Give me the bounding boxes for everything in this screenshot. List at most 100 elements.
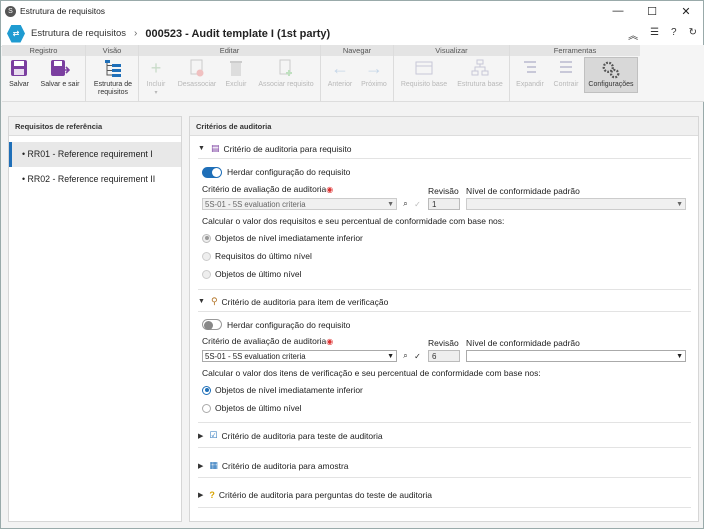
divider	[198, 311, 691, 312]
conformity-level-select[interactable]: ▼	[466, 198, 686, 210]
header-actions: ︽ ☰ ? ↻	[628, 27, 697, 42]
chevron-right-icon: ▶	[198, 432, 204, 440]
inherit-label: Herdar configuração do requisito	[227, 167, 351, 177]
page-title: 000523 - Audit template I (1st party)	[145, 27, 331, 40]
next-button[interactable]: → Próximo	[358, 58, 390, 89]
delete-button[interactable]: Excluir	[223, 58, 249, 89]
expand-label: Expandir	[516, 81, 544, 88]
radio-label: Objetos de nível imediatamente inferior	[215, 233, 363, 243]
chevron-down-icon: ▼	[387, 201, 394, 208]
radio-label: Requisitos do último nível	[215, 251, 312, 261]
group-editar: Editar + Incluir ▾ Desassociar Excluir A…	[139, 45, 321, 102]
question-icon: ?	[209, 490, 215, 500]
binoculars-icon[interactable]: ⌕	[400, 198, 411, 210]
breadcrumb[interactable]: Estrutura de requisitos	[31, 28, 126, 39]
expand-icon	[520, 58, 540, 78]
associate-icon	[276, 58, 296, 78]
window-controls: — ☐ ✕	[601, 1, 703, 21]
group-title: Registro	[2, 45, 85, 56]
section-checklist-criteria[interactable]: ▼ ⚲ Critério de auditoria para item de v…	[198, 296, 388, 307]
list-item[interactable]: • RR01 - Reference requirement I	[9, 142, 181, 167]
radio-dot	[202, 269, 211, 279]
list-icon[interactable]: ☰	[650, 27, 659, 42]
base-structure-button[interactable]: Estrutura base	[454, 58, 506, 89]
radio-label: Objetos de último nível	[215, 403, 302, 413]
section-sample-criteria[interactable]: ▶ ▦ Critério de auditoria para amostra	[198, 460, 349, 471]
group-visualizar: Visualizar Requisito base Estrutura base	[394, 45, 510, 102]
settings-button[interactable]: Configurações	[584, 57, 638, 93]
section-test-questions-criteria[interactable]: ▶ ? Critério de auditoria para perguntas…	[198, 490, 432, 500]
group-ferramentas: Ferramentas Expandir Contrair Configuraç…	[510, 45, 640, 102]
level-label: Nível de conformidade padrão	[466, 186, 580, 196]
save-and-exit-button[interactable]: Salvar e sair	[38, 58, 82, 89]
associate-requirement-button[interactable]: Associar requisito	[255, 58, 317, 89]
criteria-label-text: Critério de avaliação de auditoria	[202, 336, 327, 346]
section-title: Critério de auditoria para teste de audi…	[221, 430, 383, 441]
radio-last-level-objects[interactable]: Objetos de último nível	[202, 269, 301, 279]
structure-button[interactable]: Estrutura de requisitos	[89, 58, 137, 97]
radio-immediate-lower[interactable]: Objetos de nível imediatamente inferior	[202, 385, 363, 395]
radio-immediate-lower[interactable]: Objetos de nível imediatamente inferior	[202, 233, 363, 243]
add-button[interactable]: + Incluir ▾	[143, 58, 169, 97]
audit-criteria-panel: Critérios de auditoria ▼ ▤ Critério de a…	[189, 116, 699, 522]
group-navegar: Navegar ← Anterior → Próximo	[321, 45, 394, 102]
save-exit-icon	[50, 58, 70, 78]
previous-button[interactable]: ← Anterior	[324, 58, 356, 89]
calc-label: Calcular o valor dos requisitos e seu pe…	[202, 216, 505, 226]
save-button[interactable]: Salvar	[4, 58, 34, 89]
criteria-select[interactable]: 5S-01 - 5S evaluation criteria ▼	[202, 350, 397, 362]
section-title: Critério de auditoria para requisito	[223, 143, 352, 154]
maximize-icon[interactable]: ☐	[635, 1, 669, 21]
group-title: Navegar	[321, 45, 393, 56]
disassociate-label: Desassociar	[177, 81, 217, 88]
required-icon: ◉	[326, 185, 334, 194]
list-item[interactable]: • RR02 - Reference requirement II	[9, 167, 181, 192]
toggle-knob	[212, 168, 221, 177]
section-title: Critério de auditoria para amostra	[221, 460, 349, 471]
section-requirement-criteria[interactable]: ▼ ▤ Critério de auditoria para requisito	[198, 143, 352, 154]
divider	[198, 158, 691, 159]
chevron-down-icon: ▼	[676, 201, 683, 208]
collapse-button[interactable]: Contrair	[550, 58, 582, 89]
disassociate-icon	[187, 58, 207, 78]
plus-icon: +	[150, 58, 162, 78]
radio-last-level-requirements[interactable]: Requisitos do último nível	[202, 251, 312, 261]
criteria-value: 5S-01 - 5S evaluation criteria	[205, 200, 306, 209]
radio-last-level-objects[interactable]: Objetos de último nível	[202, 403, 301, 413]
section-audit-test-criteria[interactable]: ▶ ☑ Critério de auditoria para teste de …	[198, 430, 383, 441]
criteria-label: Critério de avaliação de auditoria◉	[202, 336, 333, 346]
base-structure-label: Estrutura base	[457, 81, 503, 88]
radio-label: Objetos de último nível	[215, 269, 302, 279]
collapse-icon[interactable]: ︽	[628, 27, 638, 42]
divider	[198, 447, 691, 448]
chevron-right-icon: ▶	[198, 492, 204, 499]
inherit-toggle[interactable]	[202, 319, 222, 330]
criteria-value: 5S-01 - 5S evaluation criteria	[205, 352, 306, 361]
binoculars-icon[interactable]: ⌕	[400, 350, 411, 362]
chevron-down-icon: ▼	[198, 145, 205, 152]
conformity-level-select[interactable]: ▼	[466, 350, 686, 362]
divider	[198, 507, 691, 508]
base-requirement-button[interactable]: Requisito base	[398, 58, 450, 89]
expand-button[interactable]: Expandir	[514, 58, 546, 89]
document-icon: ▤	[210, 143, 220, 153]
save-label: Salvar	[9, 81, 29, 88]
close-icon[interactable]: ✕	[669, 1, 703, 21]
clear-icon[interactable]: ✓	[412, 350, 423, 362]
brand-logo-icon: ⇄	[7, 24, 25, 43]
criteria-select[interactable]: 5S-01 - 5S evaluation criteria ▼	[202, 198, 397, 210]
next-label: Próximo	[361, 81, 387, 88]
chevron-down-icon: ▼	[387, 353, 394, 360]
help-icon[interactable]: ?	[671, 27, 677, 42]
divider	[198, 289, 691, 290]
refresh-icon[interactable]: ↻	[689, 27, 697, 42]
inherit-toggle[interactable]	[202, 167, 222, 178]
delete-label: Excluir	[225, 81, 247, 88]
criteria-label-text: Critério de avaliação de auditoria	[202, 184, 327, 194]
group-title: Visão	[86, 45, 138, 56]
previous-label: Anterior	[327, 81, 353, 88]
disassociate-button[interactable]: Desassociar	[175, 58, 219, 89]
minimize-icon[interactable]: —	[601, 1, 635, 21]
clear-icon[interactable]: ✓	[412, 198, 423, 210]
hierarchy-icon	[470, 58, 490, 78]
